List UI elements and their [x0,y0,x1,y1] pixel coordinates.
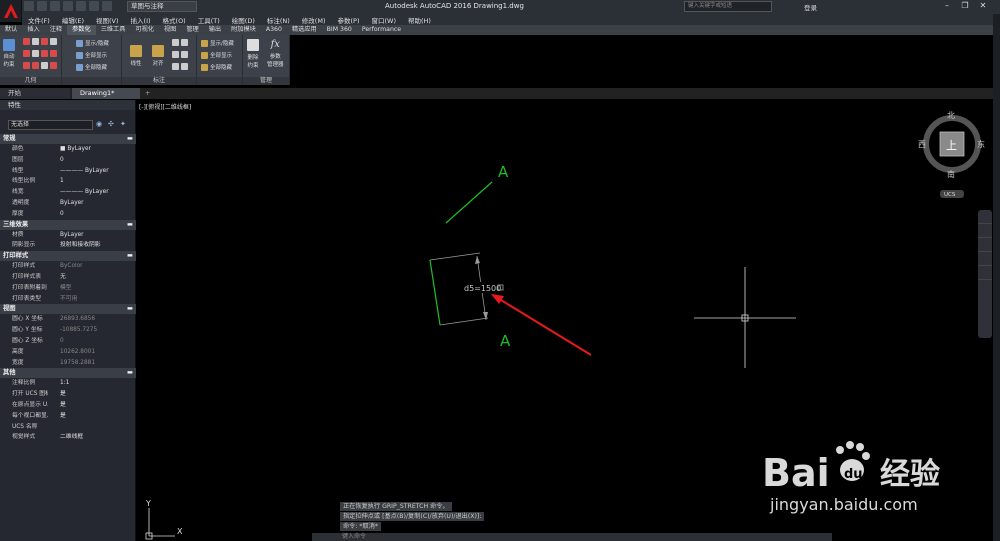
dimension-extension-top [429,252,481,261]
green-line[interactable] [445,181,493,224]
dimension-extension-bottom [439,317,489,326]
svg-text:jingyan.baidu.com: jingyan.baidu.com [769,495,918,514]
command-history-line: 指定拉伸点或 [基点(B)/复制(C)/放弃(U)/退出(X)]: [340,512,485,521]
navigation-bar [978,210,992,338]
ucs-x-label: X [177,527,183,536]
baidu-jingyan-logo: Bai du 经验 jingyan.baidu.com [762,441,940,514]
pan-icon[interactable] [978,224,992,238]
green-edge[interactable] [429,259,441,326]
compass-east[interactable]: 东 [977,139,985,149]
autocad-logo-icon[interactable] [0,0,22,22]
steering-wheel-icon[interactable] [978,210,992,224]
compass-north[interactable]: 北 [947,111,955,120]
annotation-arrowhead [491,294,504,304]
compass-south[interactable]: 南 [947,169,955,179]
ucs-y-label: Y [145,499,151,508]
svg-text:du: du [844,467,863,482]
svg-text:经验: 经验 [880,457,940,492]
right-scrollbar[interactable] [993,14,1000,541]
zoom-icon[interactable] [978,238,992,252]
command-input[interactable]: 键入命令 [312,533,832,541]
dimension-arrow-top [475,256,480,264]
viewcube-top-label: 上 [946,139,957,152]
command-history-line: 命令: *取消* [340,522,381,531]
dimension-text[interactable]: d5=1500 [464,284,501,293]
svg-text:Bai: Bai [762,451,830,495]
compass-west[interactable]: 西 [918,140,926,149]
orbit-icon[interactable] [978,252,992,266]
constraint-mark-top: A [498,163,509,181]
constraint-mark-bottom: A [500,332,511,350]
ucs-menu-label: UCS [944,192,956,198]
command-history-line: 正在恢复执行 GRIP_STRETCH 命令。 [340,502,452,511]
showmotion-icon[interactable] [978,266,992,280]
